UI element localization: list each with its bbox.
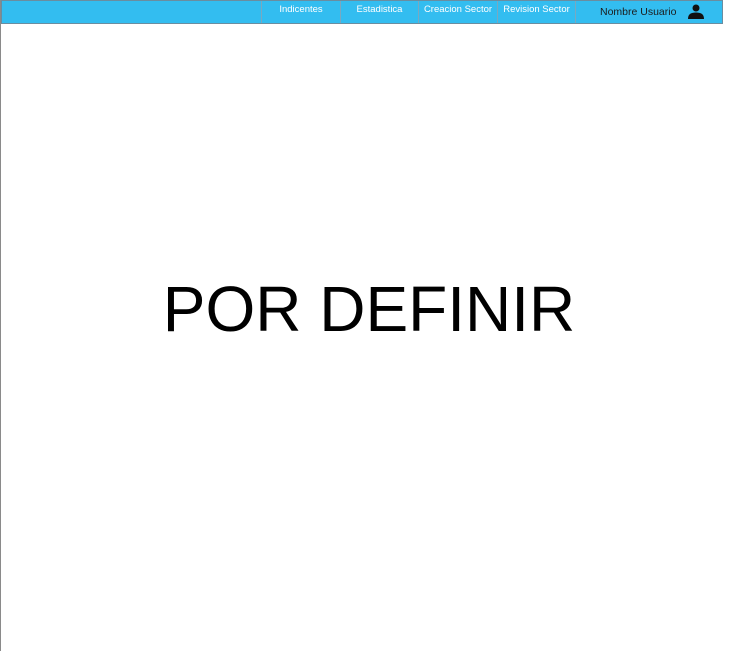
nav-item-estadistica[interactable]: Estadistica <box>340 1 418 23</box>
nav-item-revision-sector[interactable]: Revision Sector <box>497 1 575 23</box>
main-placeholder-text: POR DEFINIR <box>162 273 576 345</box>
nav-item-creacion-sector[interactable]: Creacion Sector <box>418 1 497 23</box>
app-window: Indicentes Estadistica Creacion Sector R… <box>0 0 729 651</box>
top-navigation-bar: Indicentes Estadistica Creacion Sector R… <box>1 0 723 24</box>
nav-item-indicentes[interactable]: Indicentes <box>261 1 340 23</box>
user-menu[interactable]: Nombre Usuario <box>575 1 722 23</box>
user-icon <box>688 4 704 19</box>
user-name: Nombre Usuario <box>600 6 677 18</box>
